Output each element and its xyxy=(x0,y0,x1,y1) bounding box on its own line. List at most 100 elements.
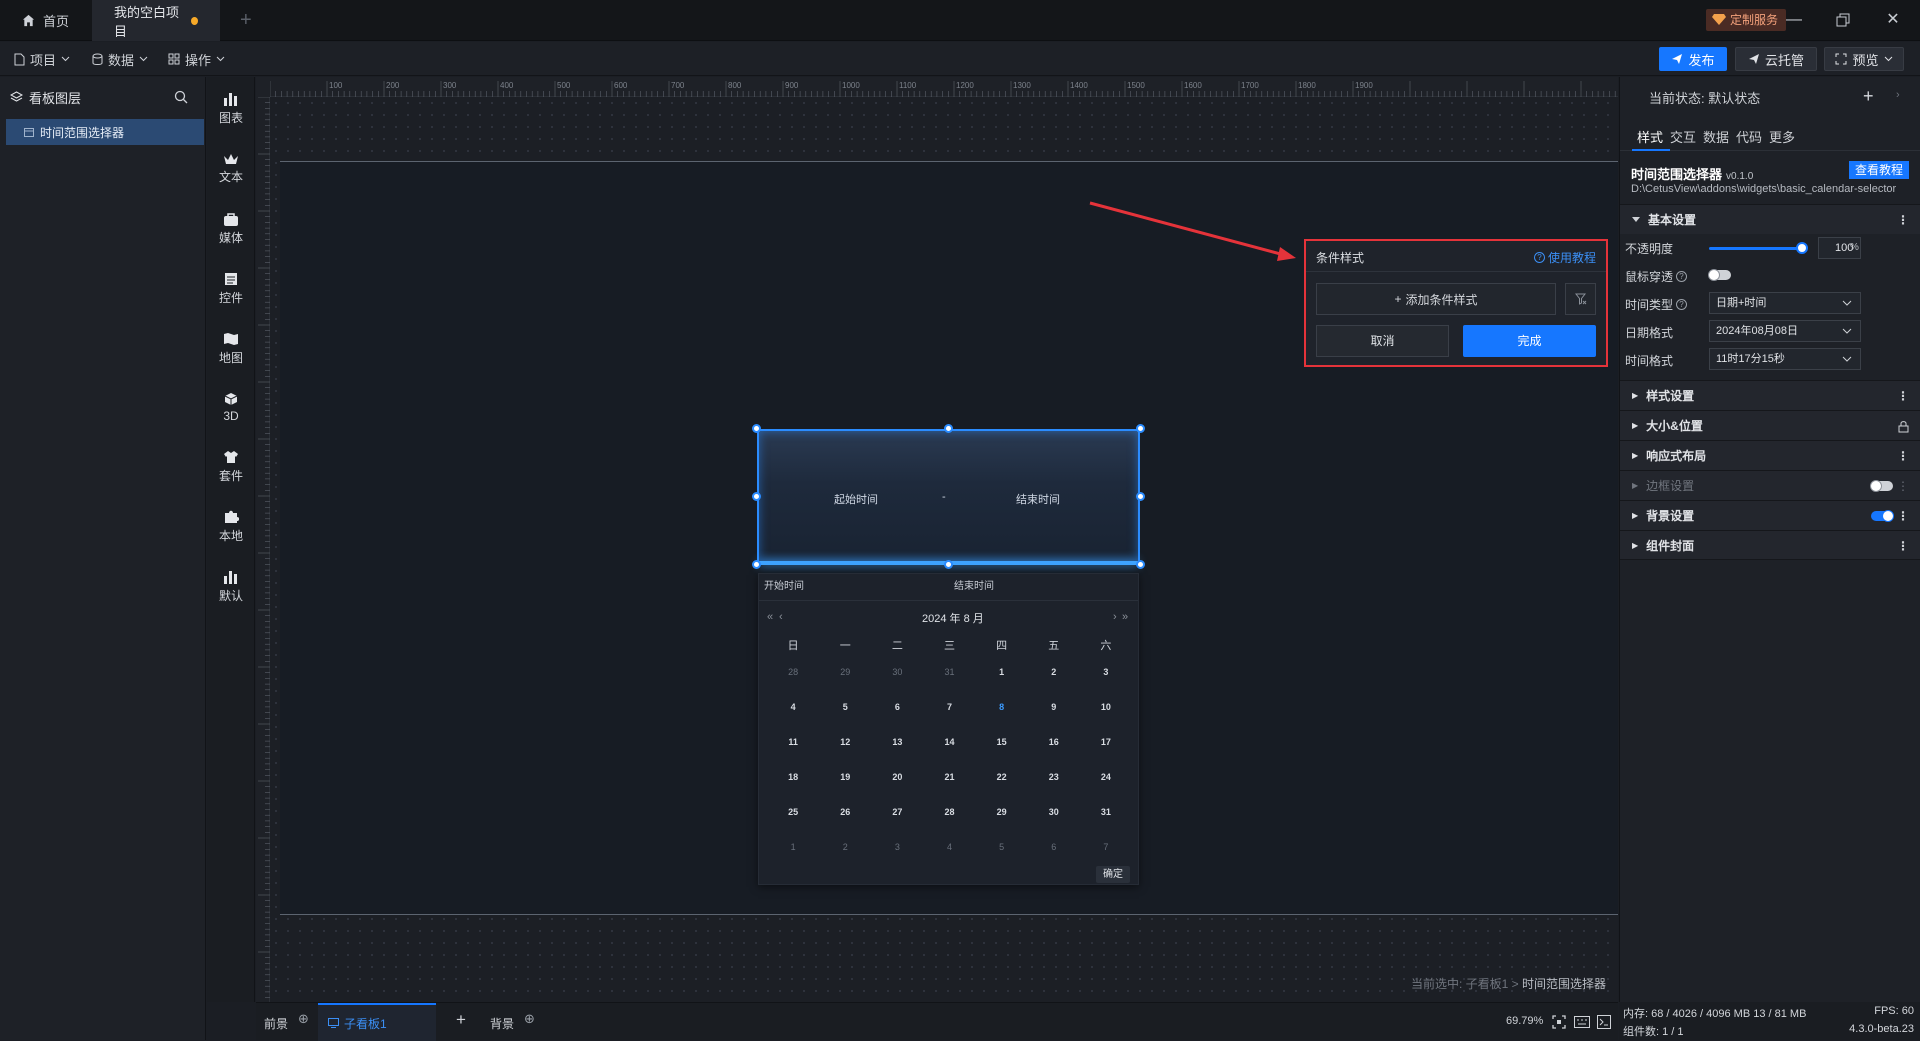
calendar-day[interactable]: 13 xyxy=(871,726,923,761)
add-circle-icon[interactable]: ⊕ xyxy=(298,1011,309,1027)
calendar-day[interactable]: 1 xyxy=(767,831,819,866)
date-format-select[interactable]: 2024年08月08日 xyxy=(1709,320,1861,342)
selector-end-text[interactable]: 结束时间 xyxy=(1016,491,1060,507)
resize-handle[interactable] xyxy=(1136,560,1145,569)
calendar-day[interactable]: 1 xyxy=(976,656,1028,691)
lock-icon[interactable] xyxy=(1898,420,1909,433)
resize-handle[interactable] xyxy=(944,560,953,569)
menu-data[interactable]: 数据 xyxy=(92,42,148,76)
next-month-icon[interactable]: › xyxy=(1113,611,1117,623)
add-board-icon[interactable]: + xyxy=(456,1010,466,1030)
opacity-slider-track[interactable] xyxy=(1709,247,1801,250)
calendar-day[interactable]: 15 xyxy=(976,726,1028,761)
restore-icon[interactable] xyxy=(1833,10,1853,30)
custom-service-button[interactable]: 定制服务 xyxy=(1706,9,1787,31)
resize-handle[interactable] xyxy=(752,492,761,501)
calendar-day[interactable]: 22 xyxy=(976,761,1028,796)
calendar-day[interactable]: 18 xyxy=(767,761,819,796)
calendar-end-label[interactable]: 结束时间 xyxy=(954,574,994,600)
background-toggle[interactable] xyxy=(1871,510,1894,522)
rail-item-map[interactable]: 地图 xyxy=(207,323,255,375)
calendar-day[interactable]: 7 xyxy=(1080,831,1132,866)
add-condition-style-button[interactable]: + 添加条件样式 xyxy=(1316,283,1556,315)
calendar-day[interactable]: 24 xyxy=(1080,761,1132,796)
view-tutorial-button[interactable]: 查看教程 xyxy=(1849,161,1909,179)
calendar-day[interactable]: 2 xyxy=(819,831,871,866)
done-button[interactable]: 完成 xyxy=(1463,325,1596,357)
calendar-day[interactable]: 6 xyxy=(871,691,923,726)
search-icon[interactable] xyxy=(174,90,188,104)
more-vertical-icon[interactable]: ⋮ xyxy=(1897,479,1909,493)
resize-handle[interactable] xyxy=(752,424,761,433)
calendar-day[interactable]: 9 xyxy=(1028,691,1080,726)
calendar-day[interactable]: 6 xyxy=(1028,831,1080,866)
foreground-tab[interactable]: 前景 xyxy=(264,1015,288,1032)
fit-screen-icon[interactable] xyxy=(1552,1015,1566,1029)
tab-project[interactable]: 我的空白项目 xyxy=(92,0,220,41)
section-responsive[interactable]: ▶ 响应式布局 ⋮ xyxy=(1620,440,1920,470)
section-size-position[interactable]: ▶ 大小&位置 xyxy=(1620,410,1920,440)
calendar-day[interactable]: 4 xyxy=(767,691,819,726)
prev-month-icon[interactable]: ‹ xyxy=(779,611,783,623)
tab-style[interactable]: 样式 xyxy=(1637,127,1663,146)
calendar-day[interactable]: 2 xyxy=(1028,656,1080,691)
add-tab-icon[interactable]: + xyxy=(240,9,252,32)
layer-item[interactable]: 时间范围选择器 xyxy=(6,119,204,145)
add-state-icon[interactable]: + xyxy=(1863,86,1874,107)
calendar-day[interactable]: 5 xyxy=(819,691,871,726)
calendar-day[interactable]: 28 xyxy=(767,656,819,691)
publish-button[interactable]: 发布 xyxy=(1659,47,1727,71)
minimize-icon[interactable]: — xyxy=(1784,10,1804,30)
calendar-day[interactable]: 5 xyxy=(976,831,1028,866)
mouse-through-toggle[interactable] xyxy=(1708,269,1731,281)
calendar-day[interactable]: 21 xyxy=(923,761,975,796)
calendar-day[interactable]: 23 xyxy=(1028,761,1080,796)
keyboard-icon[interactable] xyxy=(1574,1016,1590,1028)
calendar-day[interactable]: 4 xyxy=(923,831,975,866)
section-style[interactable]: ▶ 样式设置 ⋮ xyxy=(1620,380,1920,410)
current-state-label[interactable]: 当前状态: 默认状态 xyxy=(1649,88,1760,107)
more-vertical-icon[interactable]: ⋮ xyxy=(1897,389,1909,403)
calendar-day[interactable]: 3 xyxy=(1080,656,1132,691)
help-icon[interactable]: ? xyxy=(1676,271,1688,282)
border-toggle[interactable] xyxy=(1870,480,1893,492)
next-year-icon[interactable]: » xyxy=(1122,611,1128,623)
calendar-day[interactable]: 28 xyxy=(923,796,975,831)
more-vertical-icon[interactable]: ⋮ xyxy=(1897,449,1909,463)
close-icon[interactable]: ✕ xyxy=(1883,10,1903,30)
time-format-select[interactable]: 11时17分15秒 xyxy=(1709,348,1861,370)
condition-style-help-link[interactable]: ? 使用教程 xyxy=(1533,249,1596,266)
more-vertical-icon[interactable]: ⋮ xyxy=(1897,539,1909,553)
rail-item-suite[interactable]: 套件 xyxy=(207,441,255,493)
board-tab[interactable]: 子看板1 xyxy=(318,1003,436,1041)
time-type-select[interactable]: 日期+时间 xyxy=(1709,292,1861,314)
rail-item-chart[interactable]: 图表 xyxy=(207,83,255,135)
resize-handle[interactable] xyxy=(1136,424,1145,433)
rail-item-default[interactable]: 默认 xyxy=(207,561,255,613)
calendar-ok-button[interactable]: 确定 xyxy=(1096,866,1130,883)
terminal-icon[interactable] xyxy=(1597,1015,1611,1029)
calendar-day[interactable]: 31 xyxy=(1080,796,1132,831)
section-cover[interactable]: ▶ 组件封面 ⋮ xyxy=(1620,530,1920,560)
rail-item-local[interactable]: 本地 xyxy=(207,501,255,553)
calendar-day[interactable]: 16 xyxy=(1028,726,1080,761)
calendar-day[interactable]: 14 xyxy=(923,726,975,761)
calendar-day[interactable]: 19 xyxy=(819,761,871,796)
more-vertical-icon[interactable]: ⋮ xyxy=(1897,509,1909,523)
background-tab[interactable]: 背景 xyxy=(490,1015,514,1032)
add-circle-icon[interactable]: ⊕ xyxy=(524,1011,535,1027)
calendar-start-label[interactable]: 开始时间 xyxy=(764,574,804,600)
calendar-day[interactable]: 10 xyxy=(1080,691,1132,726)
resize-handle[interactable] xyxy=(752,560,761,569)
preview-button[interactable]: 预览 xyxy=(1824,47,1904,71)
cancel-button[interactable]: 取消 xyxy=(1316,325,1449,357)
rail-item-media[interactable]: 媒体 xyxy=(207,203,255,255)
calendar-day[interactable]: 11 xyxy=(767,726,819,761)
rail-item-text[interactable]: 文本 xyxy=(207,143,255,195)
opacity-slider-thumb[interactable] xyxy=(1796,242,1808,254)
rail-item-control[interactable]: 控件 xyxy=(207,263,255,315)
calendar-day[interactable]: 31 xyxy=(923,656,975,691)
tab-more[interactable]: 更多 xyxy=(1769,127,1795,146)
chevron-right-icon[interactable]: › xyxy=(1896,89,1900,101)
section-basic[interactable]: 基本设置 ⋮ xyxy=(1620,204,1920,234)
